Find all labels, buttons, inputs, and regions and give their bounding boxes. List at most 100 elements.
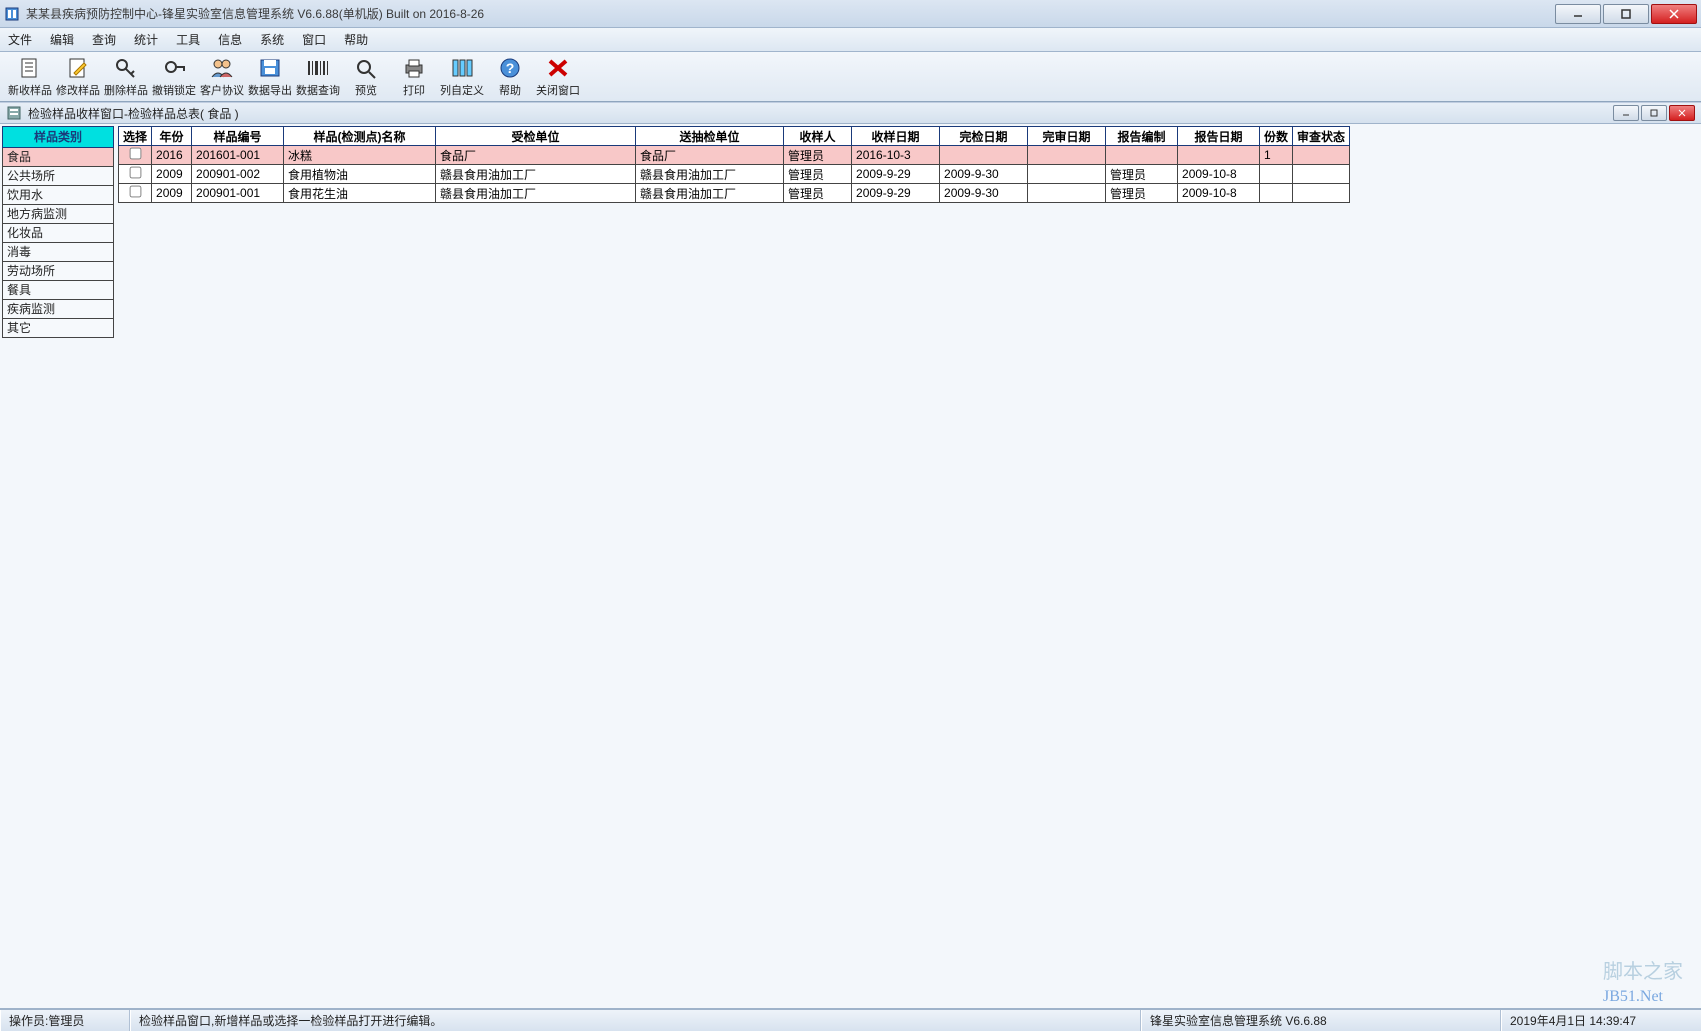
toolbar-label: 列自定义 — [440, 82, 484, 98]
column-header-approve_date[interactable]: 完审日期 — [1028, 127, 1106, 146]
cell-sample_date: 2009-9-29 — [852, 165, 940, 184]
column-header-sampler[interactable]: 收样人 — [784, 127, 852, 146]
menu-item[interactable]: 编辑 — [50, 31, 74, 48]
category-item[interactable]: 其它 — [2, 319, 114, 338]
menu-item[interactable]: 帮助 — [344, 31, 368, 48]
minimize-button[interactable] — [1555, 4, 1601, 24]
cell-approve_date — [1028, 146, 1106, 165]
key-icon — [113, 56, 139, 80]
cell-send_unit: 食品厂 — [636, 146, 784, 165]
menu-item[interactable]: 窗口 — [302, 31, 326, 48]
column-header-select[interactable]: 选择 — [119, 127, 152, 146]
table-row[interactable]: 2009200901-001食用花生油赣县食用油加工厂赣县食用油加工厂管理员20… — [119, 184, 1350, 203]
column-header-complete_date[interactable]: 完检日期 — [940, 127, 1028, 146]
subwindow-title: 检验样品收样窗口-检验样品总表( 食品 ) — [28, 105, 239, 122]
new-sample-button[interactable]: 新收样品 — [6, 54, 54, 100]
cell-copies — [1260, 184, 1293, 203]
barcode-icon — [305, 56, 331, 80]
toolbar-label: 关闭窗口 — [536, 82, 580, 98]
save-icon — [257, 56, 283, 80]
menu-item[interactable]: 文件 — [8, 31, 32, 48]
export-data-button[interactable]: 数据导出 — [246, 54, 294, 100]
cell-sample_name: 食用植物油 — [284, 165, 436, 184]
cell-year: 2009 — [152, 165, 192, 184]
delete-sample-button[interactable]: 删除样品 — [102, 54, 150, 100]
cell-audit_status — [1293, 184, 1350, 203]
status-datetime: 2019年4月1日 14:39:47 — [1501, 1010, 1701, 1031]
cell-approve_date — [1028, 184, 1106, 203]
cell-send_unit: 赣县食用油加工厂 — [636, 165, 784, 184]
menu-item[interactable]: 查询 — [92, 31, 116, 48]
sub-maximize-button[interactable] — [1641, 105, 1667, 121]
printer-icon — [401, 56, 427, 80]
row-select-checkbox[interactable] — [129, 167, 141, 179]
cell-copies: 1 — [1260, 146, 1293, 165]
column-def-button[interactable]: 列自定义 — [438, 54, 486, 100]
cell-sample_date: 2009-9-29 — [852, 184, 940, 203]
toolbar-label: 撤销锁定 — [152, 82, 196, 98]
toolbar: 新收样品修改样品删除样品撤销锁定客户协议数据导出数据查询预览打印列自定义?帮助关… — [0, 52, 1701, 102]
column-header-sample_name[interactable]: 样品(检测点)名称 — [284, 127, 436, 146]
row-select-checkbox[interactable] — [129, 186, 141, 198]
category-item[interactable]: 化妆品 — [2, 224, 114, 243]
menu-item[interactable]: 统计 — [134, 31, 158, 48]
cell-inspected_unit: 赣县食用油加工厂 — [436, 184, 636, 203]
category-item[interactable]: 地方病监测 — [2, 205, 114, 224]
category-item[interactable]: 食品 — [2, 148, 114, 167]
sub-close-button[interactable] — [1669, 105, 1695, 121]
edit-sample-button[interactable]: 修改样品 — [54, 54, 102, 100]
cell-sampler: 管理员 — [784, 184, 852, 203]
toolbar-label: 客户协议 — [200, 82, 244, 98]
maximize-button[interactable] — [1603, 4, 1649, 24]
row-select-checkbox[interactable] — [129, 148, 141, 160]
print-button[interactable]: 打印 — [390, 54, 438, 100]
help-icon: ? — [497, 56, 523, 80]
cell-send_unit: 赣县食用油加工厂 — [636, 184, 784, 203]
sub-minimize-button[interactable] — [1613, 105, 1639, 121]
menu-item[interactable]: 工具 — [176, 31, 200, 48]
subwindow-titlebar: 检验样品收样窗口-检验样品总表( 食品 ) — [0, 102, 1701, 124]
category-item[interactable]: 消毒 — [2, 243, 114, 262]
cell-report_date: 2009-10-8 — [1178, 184, 1260, 203]
people-icon — [209, 56, 235, 80]
client-agreement-button[interactable]: 客户协议 — [198, 54, 246, 100]
cell-sample_no: 201601-001 — [192, 146, 284, 165]
unlock-icon — [161, 56, 187, 80]
undo-lock-button[interactable]: 撤销锁定 — [150, 54, 198, 100]
column-header-audit_status[interactable]: 审查状态 — [1293, 127, 1350, 146]
column-header-copies[interactable]: 份数 — [1260, 127, 1293, 146]
status-system: 锋星实验室信息管理系统 V6.6.88 — [1141, 1010, 1501, 1031]
cell-report_date — [1178, 146, 1260, 165]
close-button[interactable] — [1651, 4, 1697, 24]
toolbar-label: 数据导出 — [248, 82, 292, 98]
edit-icon — [65, 56, 91, 80]
category-item[interactable]: 公共场所 — [2, 167, 114, 186]
category-item[interactable]: 餐具 — [2, 281, 114, 300]
table-row[interactable]: 2009200901-002食用植物油赣县食用油加工厂赣县食用油加工厂管理员20… — [119, 165, 1350, 184]
column-header-report_by[interactable]: 报告编制 — [1106, 127, 1178, 146]
column-header-sample_date[interactable]: 收样日期 — [852, 127, 940, 146]
toolbar-label: 预览 — [355, 82, 377, 98]
cell-inspected_unit: 赣县食用油加工厂 — [436, 165, 636, 184]
menu-item[interactable]: 信息 — [218, 31, 242, 48]
column-header-report_date[interactable]: 报告日期 — [1178, 127, 1260, 146]
cell-audit_status — [1293, 165, 1350, 184]
close-window-button[interactable]: 关闭窗口 — [534, 54, 582, 100]
column-header-sample_no[interactable]: 样品编号 — [192, 127, 284, 146]
x-icon — [545, 56, 571, 80]
preview-button[interactable]: 预览 — [342, 54, 390, 100]
category-item[interactable]: 饮用水 — [2, 186, 114, 205]
cell-year: 2009 — [152, 184, 192, 203]
cell-select — [119, 165, 152, 184]
column-header-send_unit[interactable]: 送抽检单位 — [636, 127, 784, 146]
column-header-inspected_unit[interactable]: 受检单位 — [436, 127, 636, 146]
menu-item[interactable]: 系统 — [260, 31, 284, 48]
query-data-button[interactable]: 数据查询 — [294, 54, 342, 100]
category-item[interactable]: 劳动场所 — [2, 262, 114, 281]
titlebar: 某某县疾病预防控制中心-锋星实验室信息管理系统 V6.6.88(单机版) Bui… — [0, 0, 1701, 28]
column-header-year[interactable]: 年份 — [152, 127, 192, 146]
table-row[interactable]: 2016201601-001冰糕食品厂食品厂管理员2016-10-31 — [119, 146, 1350, 165]
help-button[interactable]: ?帮助 — [486, 54, 534, 100]
category-item[interactable]: 疾病监测 — [2, 300, 114, 319]
cell-sample_name: 冰糕 — [284, 146, 436, 165]
